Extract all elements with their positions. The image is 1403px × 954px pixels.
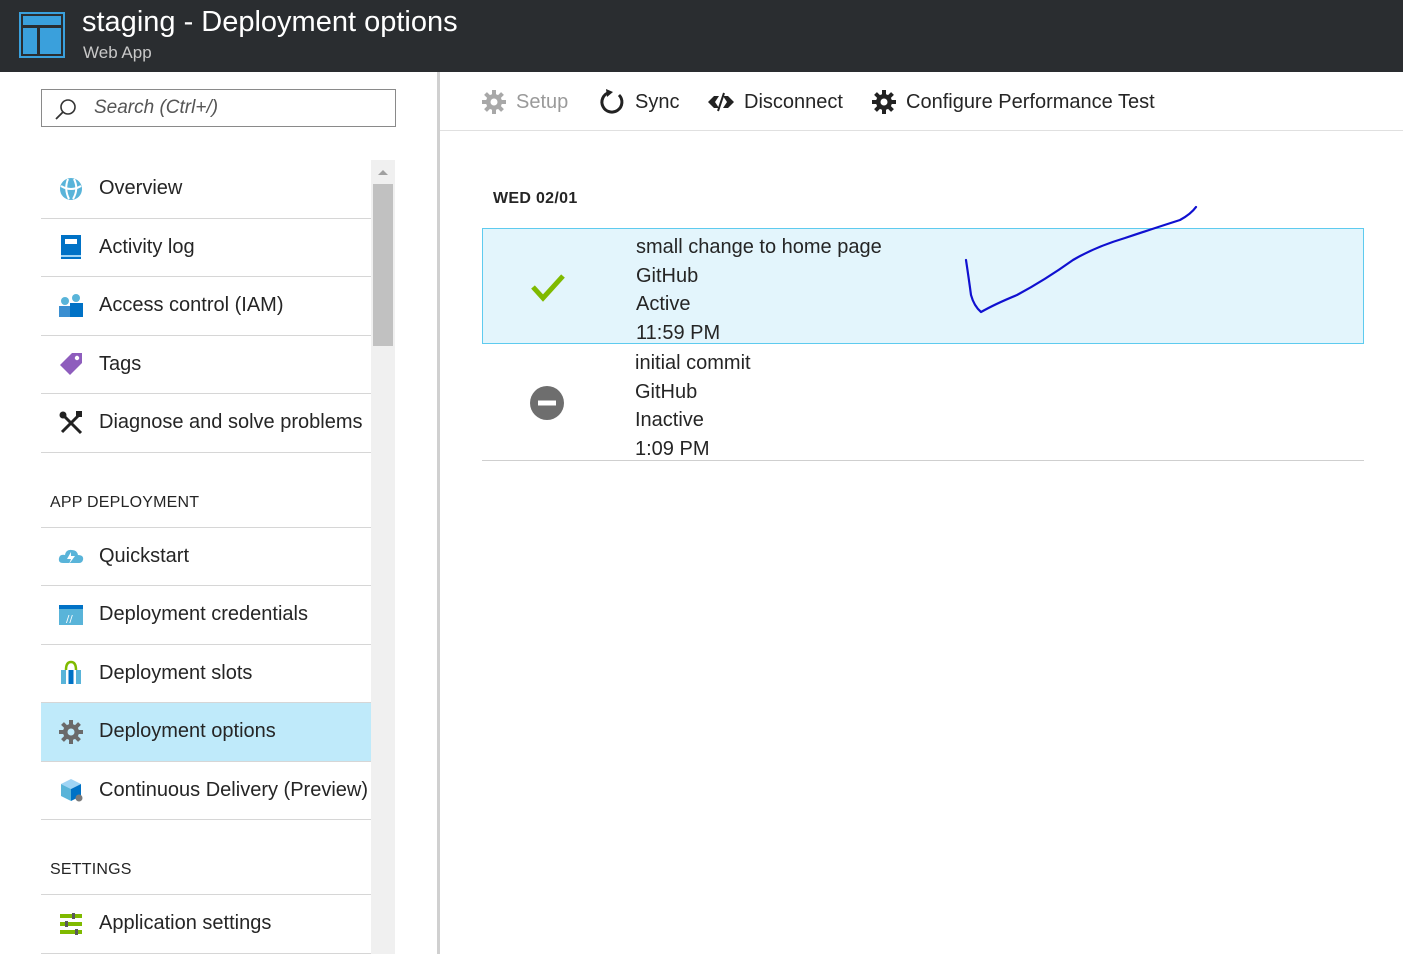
refresh-icon	[600, 89, 624, 114]
sidebar-item-label: Access control (IAM)	[99, 294, 284, 317]
globe-icon	[56, 174, 86, 204]
page-subtitle: Web App	[83, 43, 152, 62]
deployment-source: GitHub	[635, 380, 698, 403]
deployment-message: initial commit	[635, 352, 751, 374]
sidebar-item-overview[interactable]: Overview	[41, 160, 371, 219]
web-app-icon	[19, 12, 65, 58]
sync-label: Sync	[635, 90, 680, 113]
sidebar-item-deployment-credentials[interactable]: // Deployment credentials	[41, 586, 371, 645]
settings-list-icon	[56, 909, 86, 939]
tag-icon	[56, 349, 86, 379]
tools-icon	[56, 408, 86, 438]
gear-icon	[872, 90, 896, 114]
deployment-source: GitHub	[636, 264, 699, 287]
sidebar-item-label: Activity log	[99, 235, 195, 258]
section-header-app-deployment: APP DEPLOYMENT	[41, 453, 371, 528]
sidebar-item-deployment-slots[interactable]: Deployment slots	[41, 645, 371, 703]
package-icon	[56, 775, 86, 805]
disconnect-button[interactable]: Disconnect	[707, 86, 843, 118]
credentials-icon: //	[56, 600, 86, 630]
disconnect-icon	[708, 92, 734, 112]
setup-button[interactable]: Setup	[481, 86, 568, 118]
sidebar-item-label: Diagnose and solve problems	[99, 411, 363, 434]
slots-icon	[56, 658, 86, 688]
gear-icon	[56, 717, 86, 747]
command-bar: Setup Sync Disconnect Configure Performa…	[440, 72, 1403, 131]
inactive-icon	[530, 386, 564, 420]
sidebar-item-deployment-options[interactable]: Deployment options	[41, 703, 371, 762]
sidebar-item-access-control[interactable]: Access control (IAM)	[41, 277, 371, 336]
sync-button[interactable]: Sync	[598, 86, 679, 118]
sidebar-item-activity-log[interactable]: Activity log	[41, 219, 371, 277]
sidebar-item-label: Deployment options	[99, 720, 276, 743]
title-bar: staging - Deployment options Web App	[0, 0, 1403, 72]
deployment-message: small change to home page	[636, 236, 882, 258]
users-icon	[56, 291, 86, 321]
setup-label: Setup	[516, 90, 569, 113]
sidebar-item-label: Continuous Delivery (Preview)	[99, 778, 368, 801]
disconnect-label: Disconnect	[744, 90, 843, 113]
sidebar-item-label: Deployment credentials	[99, 603, 308, 626]
checkmark-icon	[531, 274, 565, 302]
deployment-row-active[interactable]: small change to home page GitHub Active …	[482, 228, 1364, 344]
sidebar-item-label: Tags	[99, 352, 142, 375]
search-input[interactable]	[94, 90, 389, 126]
date-group-header: WED 02/01	[493, 190, 578, 207]
sidebar-item-label: Application settings	[99, 912, 272, 935]
menu-scrollbar[interactable]	[371, 160, 395, 954]
search-icon	[55, 99, 76, 120]
scroll-thumb[interactable]	[373, 184, 393, 346]
sidebar-item-label: Quickstart	[99, 544, 190, 567]
book-icon	[56, 232, 86, 262]
deployment-row-inactive[interactable]: initial commit GitHub Inactive 1:09 PM	[482, 345, 1364, 461]
sidebar-item-tags[interactable]: Tags	[41, 336, 371, 394]
sidebar-item-quickstart[interactable]: Quickstart	[41, 528, 371, 586]
deployment-time: 1:09 PM	[635, 438, 710, 461]
menu-list: Overview Activity log Access control (IA…	[41, 160, 371, 954]
deployment-details: initial commit GitHub Inactive 1:09 PM	[635, 349, 751, 464]
configure-performance-test-button[interactable]: Configure Performance Test	[871, 86, 1155, 118]
deployment-time: 11:59 PM	[636, 322, 721, 345]
gear-icon	[482, 90, 506, 114]
svg-text://: //	[66, 614, 73, 625]
section-header-settings: SETTINGS	[41, 820, 371, 895]
panel-divider	[437, 72, 440, 954]
section-title: APP DEPLOYMENT	[50, 493, 200, 511]
page-title: staging - Deployment options	[82, 6, 458, 38]
deployment-details: small change to home page GitHub Active …	[636, 233, 882, 348]
sidebar-item-label: Deployment slots	[99, 661, 253, 684]
configure-performance-test-label: Configure Performance Test	[906, 90, 1155, 113]
deployment-status: Inactive	[635, 409, 704, 432]
sidebar-item-continuous-delivery[interactable]: Continuous Delivery (Preview)	[41, 762, 371, 820]
sidebar-item-application-settings[interactable]: Application settings	[41, 895, 371, 954]
scroll-up-arrow-icon[interactable]	[371, 160, 395, 184]
sidebar-item-label: Overview	[99, 177, 183, 200]
cloud-bolt-icon	[56, 541, 86, 571]
section-title: SETTINGS	[50, 861, 132, 878]
deployment-status: Active	[636, 293, 691, 316]
search-box[interactable]	[41, 89, 396, 127]
resource-menu: Overview Activity log Acces	[0, 72, 437, 954]
hand-drawn-check-annotation	[964, 205, 1198, 314]
sidebar-item-diagnose[interactable]: Diagnose and solve problems	[41, 394, 371, 453]
